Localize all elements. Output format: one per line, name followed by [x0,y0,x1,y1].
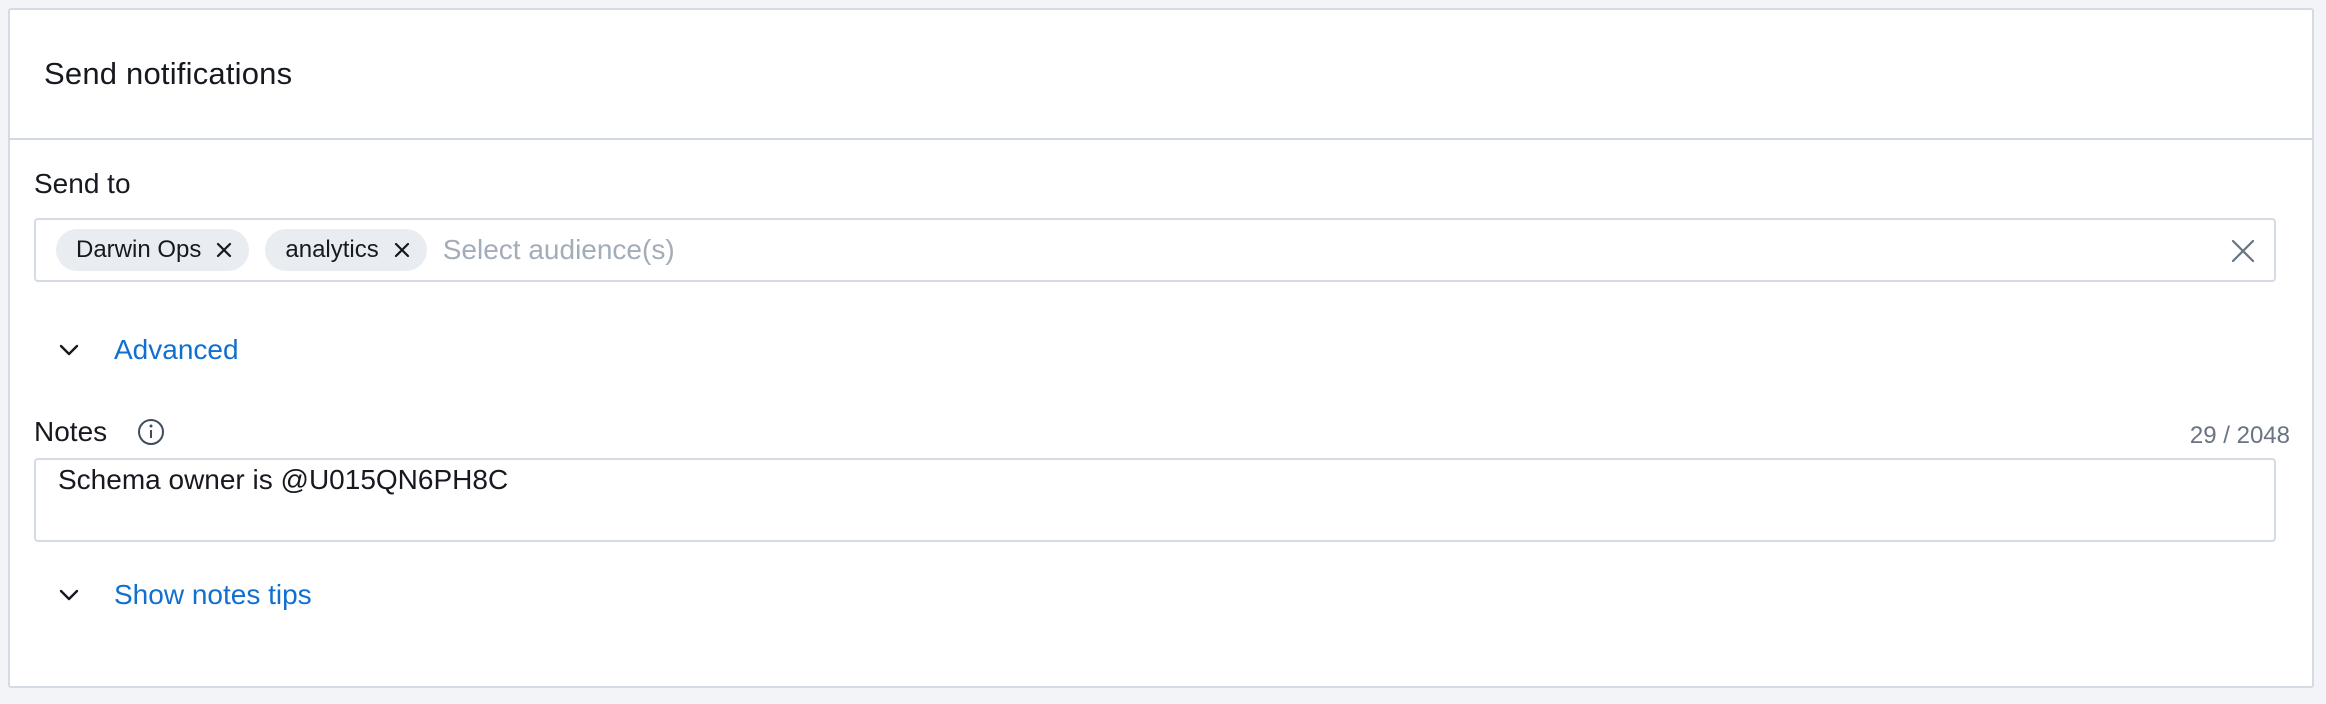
send-notifications-panel: Send notifications [8,8,2314,688]
notes-textarea[interactable]: Schema owner is @U015QN6PH8C [34,458,2276,542]
panel-header: Send notifications [10,10,2312,140]
remove-token-icon[interactable] [391,239,413,261]
info-icon[interactable] [136,417,166,447]
token-label: Darwin Ops [76,236,202,263]
advanced-toggle[interactable]: Advanced [58,334,239,366]
advanced-link[interactable]: Advanced [114,334,239,366]
token-label: analytics [285,236,379,263]
audience-multiselect[interactable]: Darwin Ops analytics Select audience(s) [34,218,2276,282]
clear-all-icon[interactable] [2228,236,2258,266]
character-counter: 29 / 2048 [2189,422,2290,449]
show-notes-tips-link[interactable]: Show notes tips [114,579,312,611]
send-to-label: Send to [34,168,131,199]
chevron-down-icon [59,589,79,601]
notes-label: Notes [34,416,108,447]
remove-token-icon[interactable] [213,239,235,261]
audience-placeholder[interactable]: Select audience(s) [443,234,675,266]
audience-token: analytics [265,229,427,271]
chevron-down-icon [59,344,79,356]
audience-token: Darwin Ops [56,229,250,271]
notes-tips-toggle[interactable]: Show notes tips [58,579,312,611]
panel-title: Send notifications [44,56,293,91]
